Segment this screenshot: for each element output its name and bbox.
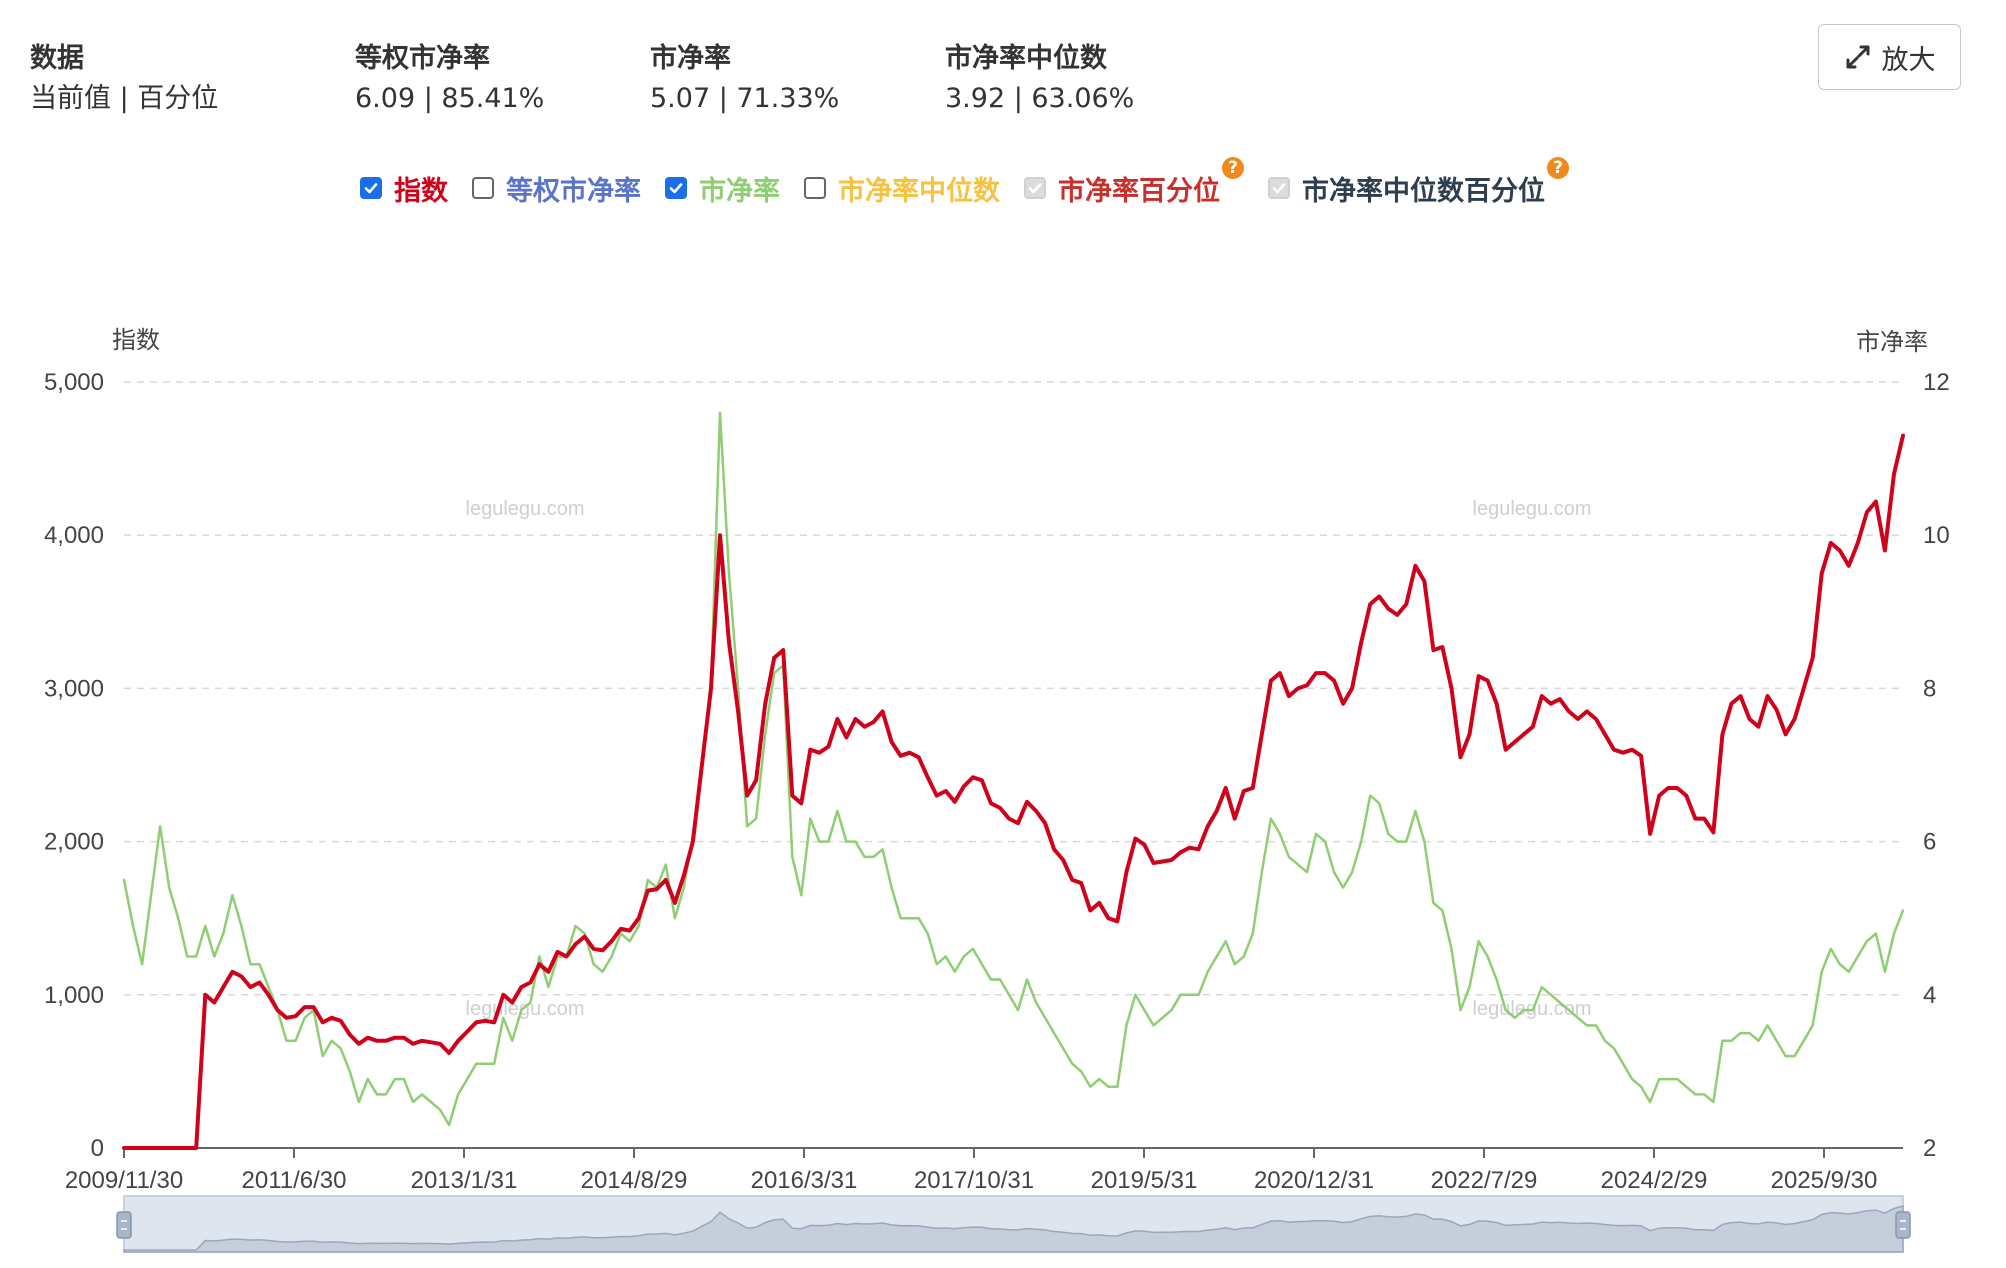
watermark: legulegu.com bbox=[466, 498, 585, 520]
y-tick-label-left: 3,000 bbox=[44, 675, 104, 702]
y-tick-label-right: 4 bbox=[1923, 982, 1936, 1009]
x-tick-label: 2019/5/31 bbox=[1091, 1167, 1198, 1194]
watermark: legulegu.com bbox=[466, 998, 585, 1020]
y-tick-label-right: 8 bbox=[1923, 675, 1936, 702]
y-tick-label-right: 10 bbox=[1923, 522, 1950, 549]
y-tick-label-right: 12 bbox=[1923, 369, 1950, 396]
y-tick-label-left: 0 bbox=[91, 1135, 104, 1162]
x-tick-label: 2022/7/29 bbox=[1431, 1167, 1538, 1194]
x-tick-label: 2014/8/29 bbox=[581, 1167, 688, 1194]
series-line-pb bbox=[122, 411, 1905, 1127]
y-tick-label-left: 5,000 bbox=[44, 369, 104, 396]
x-tick-label: 2009/11/30 bbox=[65, 1167, 183, 1194]
x-tick-label: 2020/12/31 bbox=[1254, 1167, 1374, 1194]
x-tick-label: 2025/9/30 bbox=[1771, 1167, 1878, 1194]
x-tick-label: 2017/10/31 bbox=[914, 1167, 1034, 1194]
watermark: legulegu.com bbox=[1473, 498, 1592, 520]
y-tick-label-right: 6 bbox=[1923, 829, 1936, 856]
y-tick-label-left: 2,000 bbox=[44, 829, 104, 856]
x-tick-label: 2024/2/29 bbox=[1601, 1167, 1708, 1194]
y-tick-label-left: 4,000 bbox=[44, 522, 104, 549]
y-tick-label-left: 1,000 bbox=[44, 982, 104, 1009]
series-line-index bbox=[122, 433, 1905, 1150]
y-axis-title-right: 市净率 bbox=[1856, 329, 1928, 356]
navigator-handle-right[interactable] bbox=[1895, 1211, 1911, 1239]
y-axis-title-left: 指数 bbox=[112, 327, 160, 354]
y-tick-label-right: 2 bbox=[1923, 1135, 1936, 1162]
x-tick-label: 2011/6/30 bbox=[242, 1167, 347, 1194]
navigator-handle-left[interactable] bbox=[116, 1211, 132, 1239]
x-tick-label: 2013/1/31 bbox=[411, 1167, 518, 1194]
line-chart: 0 1,000 2,000 3,000 4,000 5,000 2 4 6 8 10 12 指数 市净率 l… bbox=[44, 327, 1950, 1253]
x-tick-label: 2016/3/31 bbox=[751, 1167, 858, 1194]
